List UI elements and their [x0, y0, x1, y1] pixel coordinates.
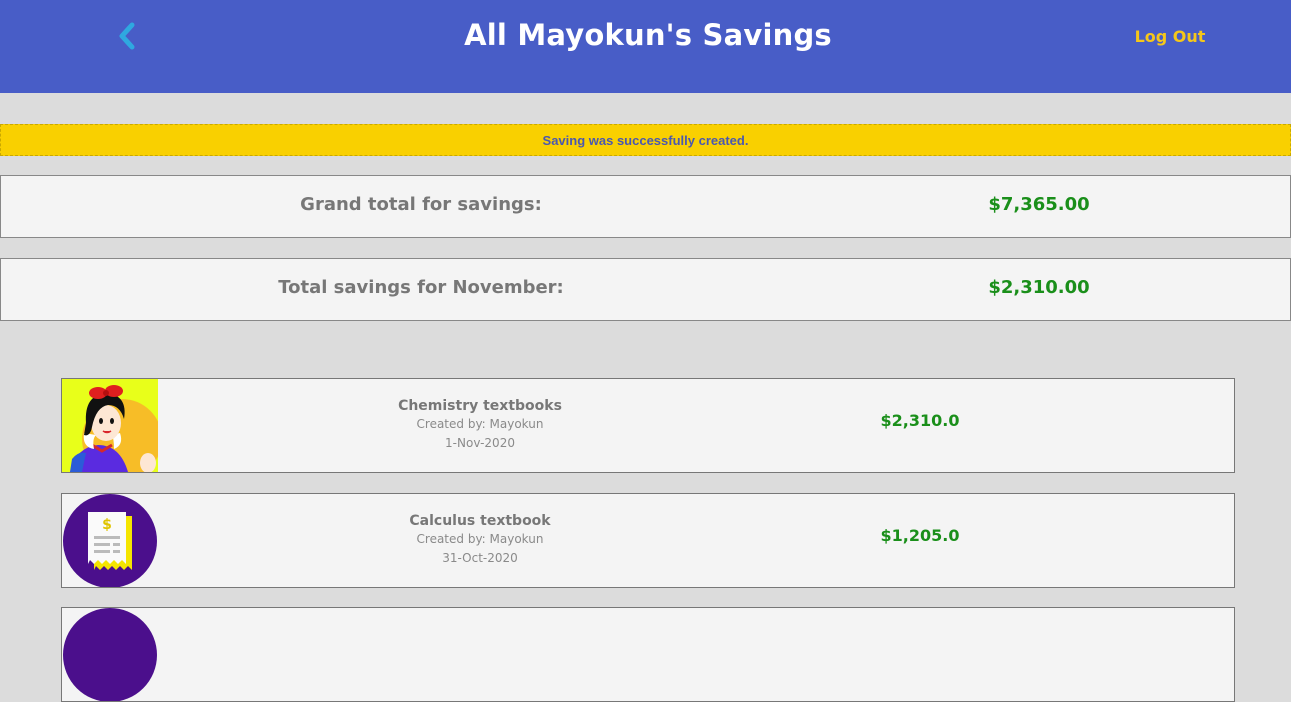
page-title: All Mayokun's Savings: [464, 18, 832, 52]
saving-name: Chemistry textbooks: [398, 398, 562, 414]
receipt-icon: $: [62, 494, 158, 587]
saving-date: 1-Nov-2020: [445, 436, 515, 450]
saving-creator: Created by: Mayokun: [416, 417, 544, 431]
app-header: All Mayokun's Savings Log Out: [0, 0, 1291, 93]
saving-creator: Created by: Mayokun: [416, 532, 544, 546]
grand-total-amount: $7,365.00: [988, 194, 1090, 215]
grand-total-label: Grand total for savings:: [300, 194, 542, 215]
saving-info: Chemistry textbooks Created by: Mayokun …: [280, 397, 680, 453]
saving-name: Calculus textbook: [409, 513, 551, 529]
saving-card[interactable]: [61, 607, 1235, 702]
success-notice: Saving was successfully created.: [0, 124, 1291, 156]
log-out-link[interactable]: Log Out: [1128, 27, 1212, 46]
svg-text:$: $: [102, 517, 112, 533]
cartoon-princess-avatar-icon: [62, 379, 158, 472]
month-total-label: Total savings for November:: [278, 277, 564, 298]
saving-amount: $1,205.0: [880, 526, 960, 545]
saving-date: 31-Oct-2020: [442, 551, 518, 565]
month-total-row: Total savings for November: $2,310.00: [0, 258, 1291, 321]
grand-total-row: Grand total for savings: $7,365.00: [0, 175, 1291, 238]
saving-amount: $2,310.0: [880, 411, 960, 430]
saving-info: Calculus textbook Created by: Mayokun 31…: [280, 512, 680, 568]
saving-card[interactable]: Chemistry textbooks Created by: Mayokun …: [61, 378, 1235, 473]
month-total-amount: $2,310.00: [988, 277, 1090, 298]
receipt-icon: [62, 608, 158, 701]
saving-card[interactable]: $ Calculus textbook Created by: Mayokun …: [61, 493, 1235, 588]
